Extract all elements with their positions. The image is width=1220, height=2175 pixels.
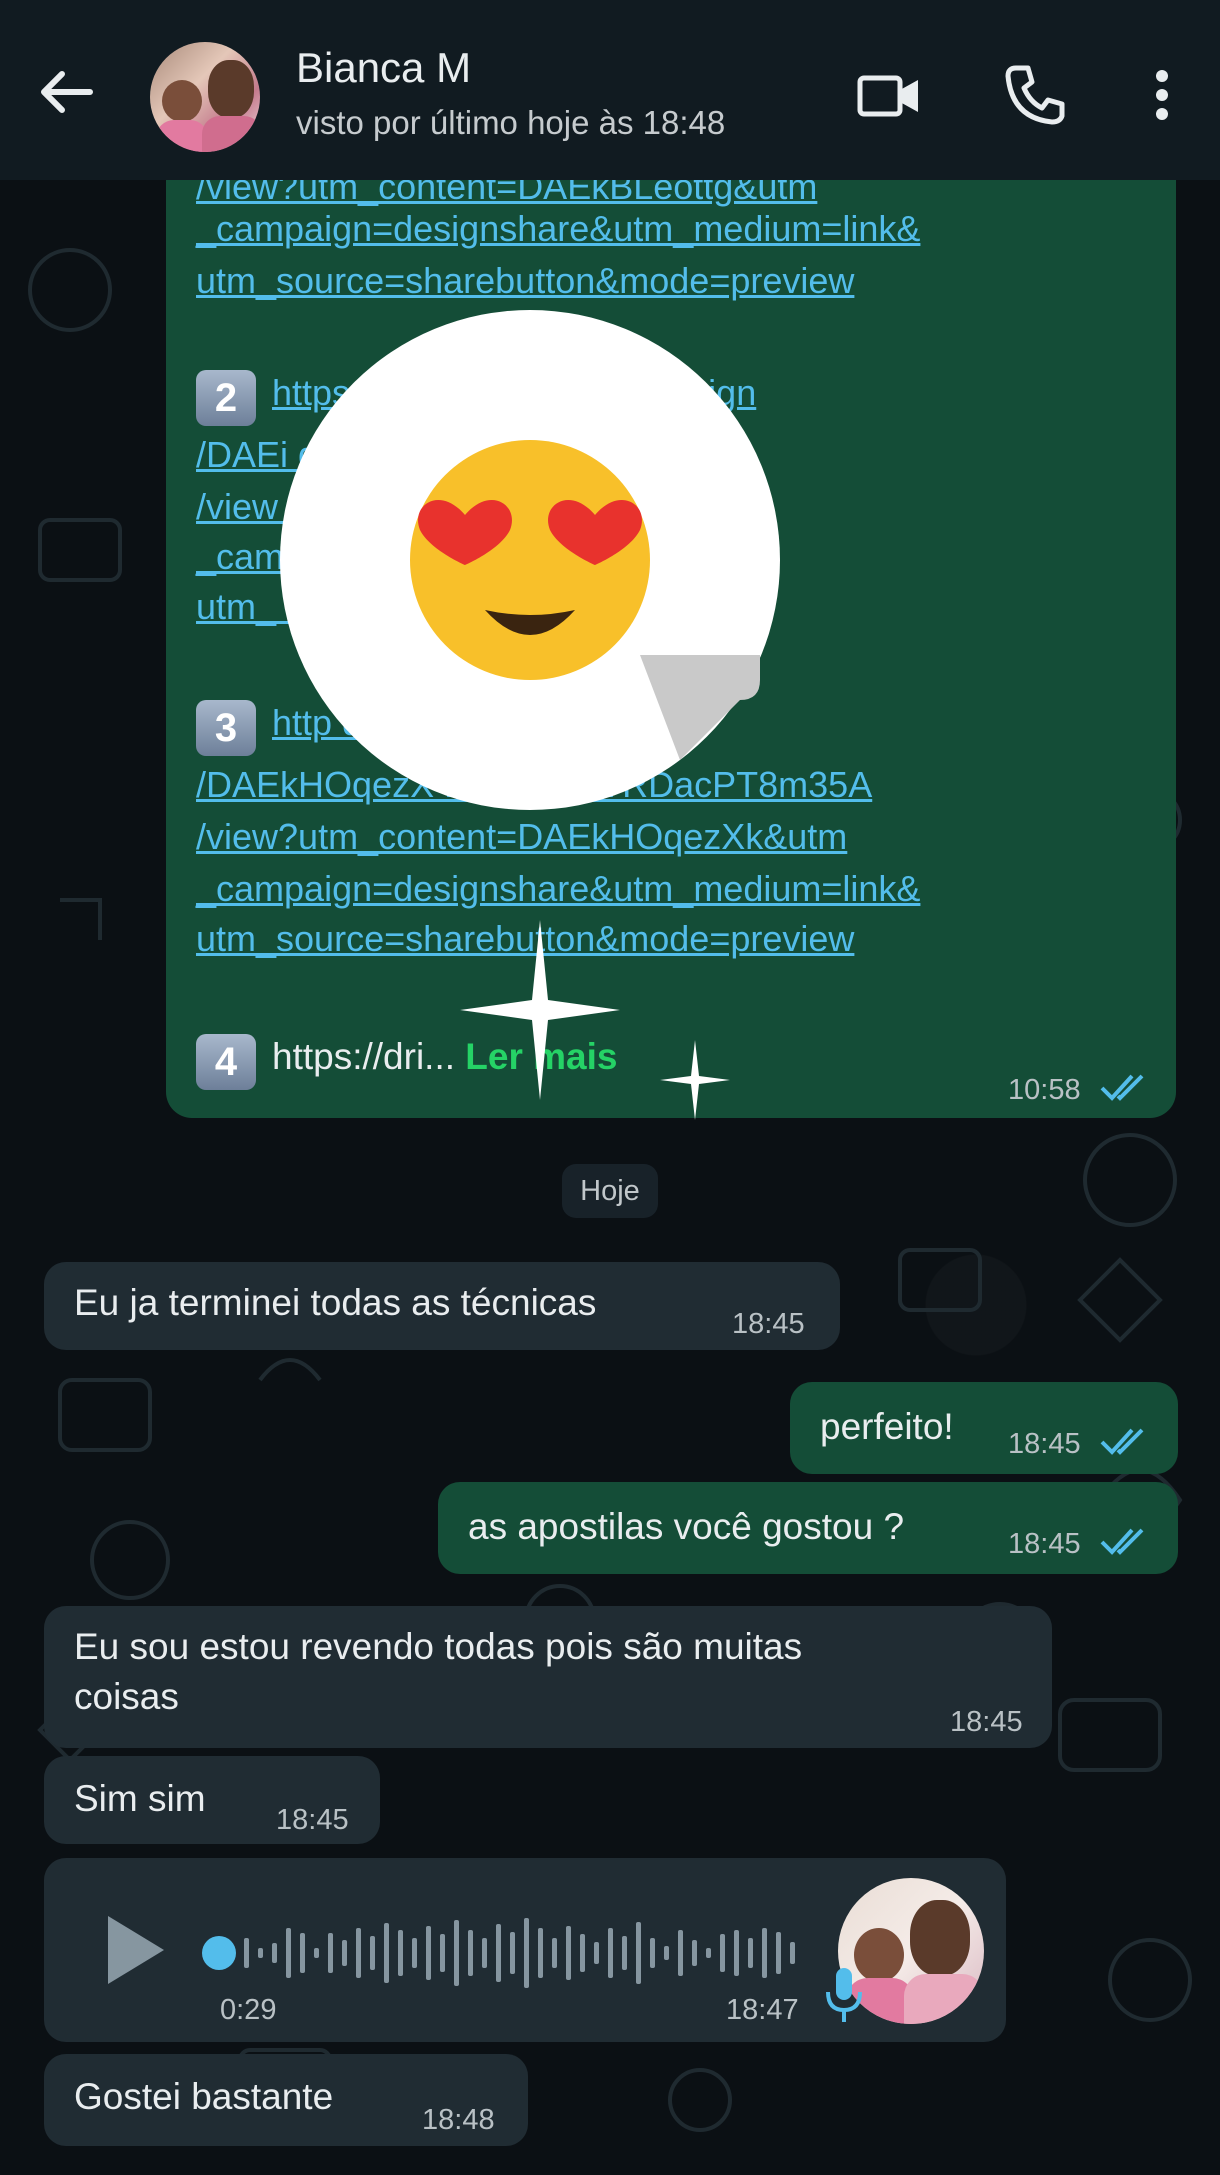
voice-message[interactable]: 0:29 18:47 — [44, 1858, 1006, 2042]
emoji-sticker[interactable] — [280, 310, 780, 810]
last-seen-status: visto por último hoje às 18:48 — [296, 104, 726, 141]
message-text: Eu ja terminei todas as técnicas — [74, 1282, 597, 1323]
chat-header: Bianca M visto por último hoje às 18:48 — [0, 0, 1220, 180]
message-text: Sim sim — [74, 1778, 206, 1819]
voice-duration: 0:29 — [220, 1994, 277, 2026]
message-text: perfeito! — [820, 1406, 954, 1447]
read-ticks-icon — [1100, 1528, 1144, 1555]
back-arrow-icon[interactable] — [34, 60, 98, 124]
message-time: 18:45 — [276, 1804, 349, 1836]
outgoing-message[interactable]: perfeito! 18:45 — [790, 1382, 1178, 1474]
message-time: 18:48 — [422, 2104, 495, 2136]
message-time: 10:58 — [1008, 1074, 1081, 1106]
message-text: Gostei bastante — [74, 2076, 334, 2117]
message-link-line[interactable]: /view?utm_content=DAEkHOqezXk&utm — [196, 816, 847, 858]
incoming-message[interactable]: Gostei bastante 18:48 — [44, 2054, 528, 2146]
voice-call-icon[interactable] — [1002, 62, 1068, 128]
incoming-message[interactable]: Eu sou estou revendo todas pois são muit… — [44, 1606, 1052, 1748]
message-time: 18:45 — [1008, 1428, 1081, 1460]
outgoing-message[interactable]: as apostilas você gostou ? 18:45 — [438, 1482, 1178, 1574]
playback-position-dot[interactable] — [202, 1936, 236, 1970]
message-link-line[interactable]: _campaign=designshare&utm_medium=link& — [196, 868, 920, 910]
more-options-icon[interactable] — [1150, 62, 1174, 128]
message-time: 18:45 — [1008, 1528, 1081, 1560]
sparkle-icon — [660, 1040, 730, 1120]
message-link-line[interactable]: _campaign=designshare&utm_medium=link& — [196, 208, 920, 250]
read-ticks-icon — [1100, 1428, 1144, 1455]
number-badge-4: 4 — [196, 1034, 256, 1090]
contact-avatar[interactable] — [150, 42, 260, 152]
number-badge-2: 2 — [196, 370, 256, 426]
sparkle-icon — [460, 920, 620, 1100]
message-text-line-1: Eu sou estou revendo todas pois são muit… — [74, 1626, 803, 1667]
message-time: 18:45 — [732, 1308, 805, 1340]
number-badge-3: 3 — [196, 700, 256, 756]
incoming-message[interactable]: Sim sim 18:45 — [44, 1756, 380, 1844]
message-time: 18:47 — [726, 1994, 799, 2026]
message-text-line-2: coisas — [74, 1676, 179, 1717]
read-ticks-icon — [1100, 1074, 1144, 1101]
video-call-icon[interactable] — [856, 62, 922, 128]
waveform[interactable] — [240, 1908, 840, 1998]
contact-name[interactable]: Bianca M — [296, 44, 471, 92]
play-icon[interactable] — [104, 1912, 168, 1988]
message-link-line[interactable]: utm_source=sharebutton&mode=preview — [196, 260, 854, 302]
date-separator: Hoje — [562, 1164, 658, 1218]
microphone-icon — [826, 1968, 862, 2022]
incoming-message[interactable]: Eu ja terminei todas as técnicas 18:45 — [44, 1262, 840, 1350]
message-time: 18:45 — [950, 1706, 1023, 1738]
message-text: as apostilas você gostou ? — [468, 1506, 905, 1547]
heart-eyes-emoji-icon — [280, 310, 780, 810]
